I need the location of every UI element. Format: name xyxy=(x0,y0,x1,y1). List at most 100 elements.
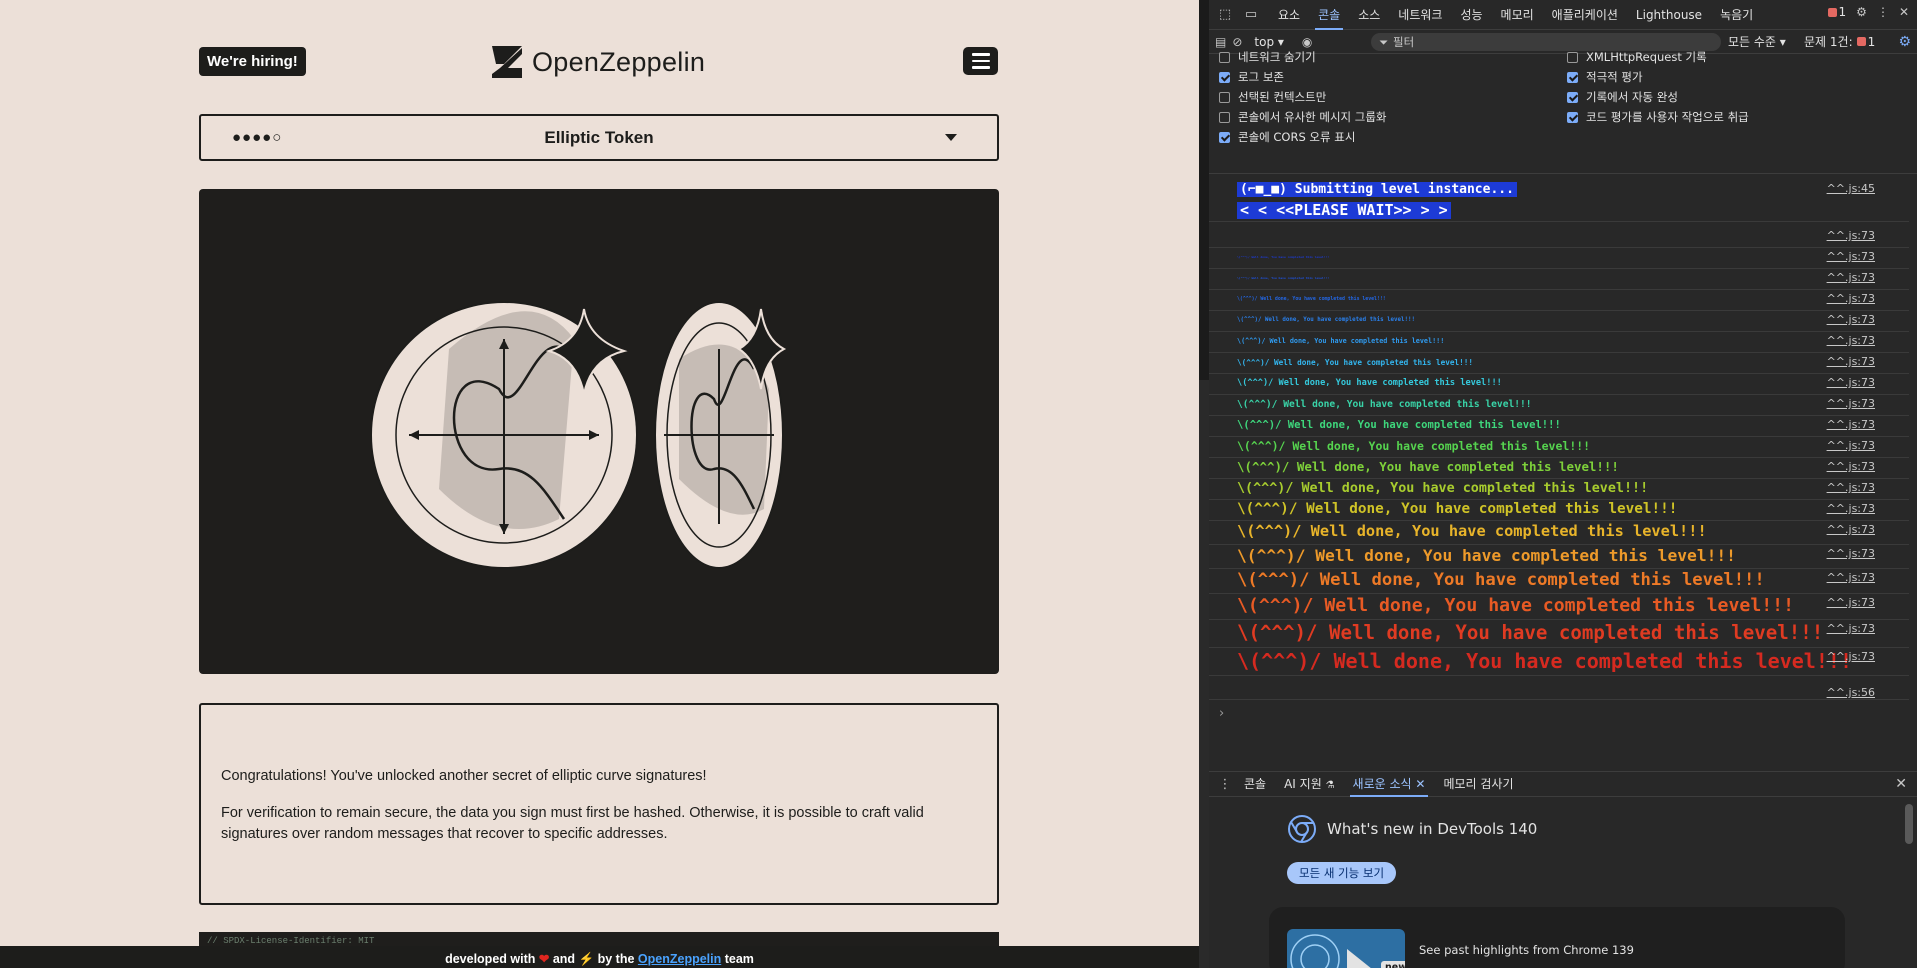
live-expression-eye-icon[interactable]: ◉ xyxy=(1302,35,1312,49)
tab-lighthouse[interactable]: Lighthouse xyxy=(1627,0,1711,30)
drawer-tab-ai-assistance[interactable]: AI 지원 ⚗ xyxy=(1275,772,1343,797)
openzeppelin-link[interactable]: OpenZeppelin xyxy=(638,952,721,966)
console-message-row: ^^.js:56 xyxy=(1209,684,1909,700)
console-source-link[interactable]: ^^.js:73 xyxy=(1827,596,1875,609)
sidebar-toggle-icon[interactable]: ▤ xyxy=(1215,35,1226,49)
console-source-link[interactable]: ^^.js:73 xyxy=(1827,571,1875,584)
console-source-link[interactable]: ^^.js:73 xyxy=(1827,418,1875,431)
console-source-link[interactable]: ^^.js:73 xyxy=(1827,397,1875,410)
openzeppelin-logo[interactable]: OpenZeppelin xyxy=(490,43,705,81)
console-source-link[interactable]: ^^.js:73 xyxy=(1827,622,1875,635)
console-source-link[interactable]: ^^.js:73 xyxy=(1827,481,1875,494)
log-levels-dropdown[interactable]: 모든 수준 ▾ xyxy=(1728,33,1786,50)
devtools-resize-handle[interactable] xyxy=(1199,0,1209,968)
console-message-row: \(^^^)/ Well done, You have completed th… xyxy=(1209,311,1909,332)
tab-memory[interactable]: 메모리 xyxy=(1492,0,1543,30)
footer-and: and xyxy=(552,952,576,966)
option-label: 코드 평가를 사용자 작업으로 취급 xyxy=(1586,110,1749,124)
console-source-link[interactable]: ^^.js:73 xyxy=(1827,334,1875,347)
drawer-tab-whats-new[interactable]: 새로운 소식 ✕ xyxy=(1344,772,1435,797)
error-count-badge[interactable]: 1 xyxy=(1828,5,1847,19)
tab-performance[interactable]: 성능 xyxy=(1451,0,1491,30)
drawer-tab-console[interactable]: 콘솔 xyxy=(1235,772,1275,797)
console-source-link[interactable]: ^^.js:73 xyxy=(1827,502,1875,515)
see-all-features-button[interactable]: 모든 새 기능 보기 xyxy=(1287,862,1397,884)
clear-console-icon[interactable]: ⊘ xyxy=(1232,35,1242,49)
option-label: 로그 보존 xyxy=(1238,70,1284,84)
console-message-row: \(^^^)/ Well done, You have completed th… xyxy=(1209,437,1909,458)
inspect-element-icon[interactable]: ⬚ xyxy=(1215,5,1235,25)
more-options-icon[interactable]: ⋮ xyxy=(1877,5,1889,19)
console-message-text: \(^^^)/ Well done, You have completed th… xyxy=(1237,594,1795,616)
close-tab-icon[interactable]: ✕ xyxy=(1415,777,1425,791)
hiring-button[interactable]: We're hiring! xyxy=(199,47,306,76)
footer-prefix: developed with xyxy=(445,952,536,966)
console-source-link[interactable]: ^^.js:73 xyxy=(1827,313,1875,326)
console-message-text: \(^^^)/ Well done, You have completed th… xyxy=(1237,419,1561,432)
console-source-link[interactable]: ^^.js:73 xyxy=(1827,271,1875,284)
option-label: XMLHttpRequest 기록 xyxy=(1586,50,1707,64)
console-settings-gear-icon[interactable]: ⚙ xyxy=(1898,34,1911,50)
console-source-link[interactable]: ^^.js:73 xyxy=(1827,355,1875,368)
tab-elements[interactable]: 요소 xyxy=(1269,0,1309,30)
hamburger-menu-button[interactable] xyxy=(963,47,998,75)
option-checkbox[interactable] xyxy=(1219,91,1230,103)
option-checkbox[interactable] xyxy=(1567,91,1578,103)
option-checkbox[interactable] xyxy=(1219,131,1230,143)
option-checkbox[interactable] xyxy=(1219,111,1230,123)
console-source-link[interactable]: ^^.js:45 xyxy=(1827,182,1875,195)
drawer-tab-memory-inspector[interactable]: 메모리 검사기 xyxy=(1434,772,1522,797)
option-checkbox[interactable] xyxy=(1567,51,1578,63)
tab-network[interactable]: 네트워크 xyxy=(1389,0,1451,30)
highlights-card[interactable]: new See past highlights from Chrome 139 xyxy=(1269,907,1845,968)
console-source-link[interactable]: ^^.js:73 xyxy=(1827,460,1875,473)
console-source-link[interactable]: ^^.js:73 xyxy=(1827,523,1875,536)
console-source-link[interactable]: ^^.js:73 xyxy=(1827,229,1875,242)
tab-sources[interactable]: 소스 xyxy=(1349,0,1389,30)
console-source-link[interactable]: ^^.js:56 xyxy=(1827,686,1875,699)
settings-gear-icon[interactable]: ⚙ xyxy=(1856,5,1867,19)
console-option[interactable]: 적극적 평가 xyxy=(1567,68,1643,86)
context-selector[interactable]: top ▾ xyxy=(1248,35,1290,49)
drawer-menu-icon[interactable]: ⋮ xyxy=(1215,774,1235,794)
tab-console[interactable]: 콘솔 xyxy=(1309,0,1349,30)
console-source-link[interactable]: ^^.js:73 xyxy=(1827,292,1875,305)
description-paragraph-2: For verification to remain secure, the d… xyxy=(221,805,924,842)
close-devtools-icon[interactable]: ✕ xyxy=(1899,5,1909,19)
footer-suffix: team xyxy=(724,952,754,966)
tab-recorder[interactable]: 녹음기 xyxy=(1711,0,1762,30)
console-message-row: \(^^^)/ Well done, You have completed th… xyxy=(1209,620,1909,648)
console-message-row: ^^.js:73 xyxy=(1209,227,1909,248)
console-option[interactable]: 로그 보존 xyxy=(1219,68,1284,86)
console-source-link[interactable]: ^^.js:73 xyxy=(1827,439,1875,452)
console-option[interactable]: 네트워크 숨기기 xyxy=(1219,48,1316,66)
drawer-scrollbar[interactable] xyxy=(1905,804,1913,844)
console-message-row: \(^^^)/ Well done, You have completed th… xyxy=(1209,374,1909,395)
console-option[interactable]: 코드 평가를 사용자 작업으로 취급 xyxy=(1567,108,1749,126)
console-source-link[interactable]: ^^.js:73 xyxy=(1827,650,1875,663)
console-message-text: \(^^^)/ Well done, You have completed th… xyxy=(1237,357,1474,367)
console-message-row: \(^^^)/ Well done, You have completed th… xyxy=(1209,290,1909,311)
devtools-panel: ⬚ ▭ 요소 콘솔 소스 네트워크 성능 메모리 애플리케이션 Lighthou… xyxy=(1209,0,1917,968)
device-toolbar-icon[interactable]: ▭ xyxy=(1241,5,1261,25)
issues-counter[interactable]: 문제 1건: 1 xyxy=(1804,33,1875,50)
level-selector[interactable]: ●●●●○ Elliptic Token xyxy=(199,114,999,161)
console-source-link[interactable]: ^^.js:73 xyxy=(1827,547,1875,560)
option-checkbox[interactable] xyxy=(1567,111,1578,123)
issues-badge: 1 xyxy=(1857,35,1876,49)
console-source-link[interactable]: ^^.js:73 xyxy=(1827,376,1875,389)
option-checkbox[interactable] xyxy=(1219,71,1230,83)
console-option[interactable]: 선택된 컨텍스트만 xyxy=(1219,88,1326,106)
console-option[interactable]: 콘솔에 CORS 오류 표시 xyxy=(1219,128,1355,146)
console-prompt[interactable]: › xyxy=(1219,706,1224,721)
console-option[interactable]: 기록에서 자동 완성 xyxy=(1567,88,1678,106)
close-drawer-icon[interactable]: ✕ xyxy=(1895,776,1907,792)
console-option[interactable]: 콘솔에서 유사한 메시지 그룹화 xyxy=(1219,108,1387,126)
console-option[interactable]: XMLHttpRequest 기록 xyxy=(1567,48,1707,66)
option-checkbox[interactable] xyxy=(1219,51,1230,63)
option-checkbox[interactable] xyxy=(1567,71,1578,83)
console-source-link[interactable]: ^^.js:73 xyxy=(1827,250,1875,263)
tab-application[interactable]: 애플리케이션 xyxy=(1543,0,1627,30)
console-message-text: \(^^^)/ Well done, You have completed th… xyxy=(1237,255,1330,259)
heart-icon: ❤ xyxy=(538,952,550,966)
